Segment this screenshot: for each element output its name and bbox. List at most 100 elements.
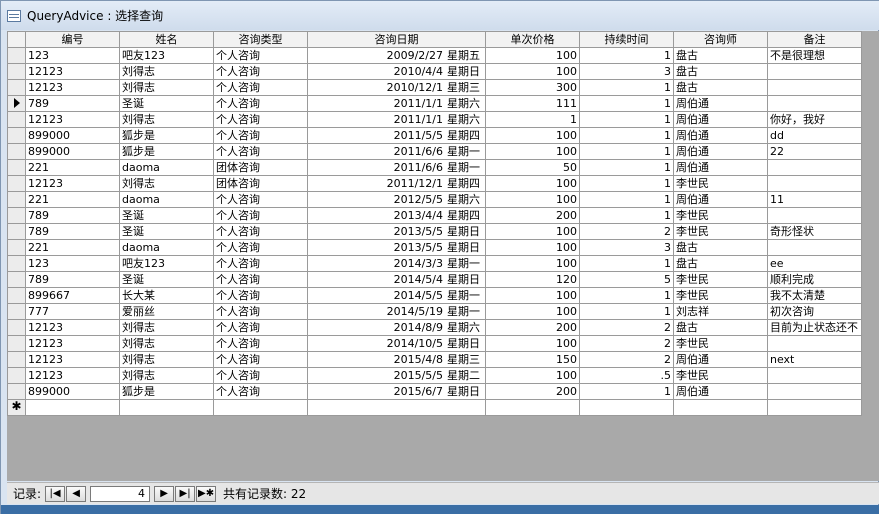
cell-id[interactable]: 789 — [25, 271, 120, 288]
table-row[interactable]: 899000 狐步是 个人咨询 2015/6/7 星期日 200 1 周伯通 — [7, 383, 862, 400]
record-selector[interactable] — [7, 319, 26, 336]
table-row[interactable]: 12123 刘得志 个人咨询 2014/8/9 星期六 200 2 盘古 目前为止状态还不 — [7, 319, 862, 336]
select-all-corner[interactable] — [7, 31, 26, 48]
cell-name[interactable]: 狐步是 — [119, 127, 214, 144]
cell-duration[interactable]: 1 — [579, 175, 674, 192]
cell-id[interactable]: 12123 — [25, 319, 120, 336]
cell-name[interactable]: 爱丽丝 — [119, 303, 214, 320]
cell-date[interactable]: 2013/4/4 星期四 — [307, 207, 486, 224]
cell-id[interactable]: 12123 — [25, 367, 120, 384]
cell-type[interactable]: 个人咨询 — [213, 351, 308, 368]
cell-price[interactable]: 100 — [485, 239, 580, 256]
cell-type[interactable]: 个人咨询 — [213, 255, 308, 272]
cell-id[interactable]: 899667 — [25, 287, 120, 304]
cell-date[interactable]: 2011/1/1 星期六 — [307, 111, 486, 128]
record-selector[interactable] — [7, 351, 26, 368]
cell-counselor[interactable]: 周伯通 — [673, 127, 768, 144]
cell-note[interactable] — [767, 239, 862, 256]
cell-note[interactable]: 初次咨询 — [767, 303, 862, 320]
table-row[interactable]: 123 吧友123 个人咨询 2014/3/3 星期一 100 1 盘古 ee — [7, 255, 862, 272]
table-row[interactable]: 789 圣诞 个人咨询 2013/5/5 星期日 100 2 李世民 奇形怪状 — [7, 223, 862, 240]
record-selector[interactable] — [7, 383, 26, 400]
record-selector[interactable] — [7, 159, 26, 176]
cell-counselor[interactable]: 李世民 — [673, 223, 768, 240]
cell-type[interactable]: 个人咨询 — [213, 127, 308, 144]
cell-counselor[interactable]: 李世民 — [673, 287, 768, 304]
cell-id[interactable]: 221 — [25, 239, 120, 256]
table-row[interactable]: 12123 刘得志 个人咨询 2015/4/8 星期三 150 2 周伯通 next — [7, 351, 862, 368]
cell-counselor[interactable]: 周伯通 — [673, 159, 768, 176]
table-row[interactable]: 789 圣诞 个人咨询 2013/4/4 星期四 200 1 李世民 — [7, 207, 862, 224]
cell-duration[interactable]: 2 — [579, 351, 674, 368]
record-selector[interactable] — [7, 255, 26, 272]
cell-note[interactable]: 11 — [767, 191, 862, 208]
cell-id[interactable]: 789 — [25, 223, 120, 240]
cell-name[interactable]: 刘得志 — [119, 351, 214, 368]
cell-id[interactable]: 123 — [25, 255, 120, 272]
cell-price[interactable]: 100 — [485, 223, 580, 240]
cell-date[interactable]: 2010/12/1 星期三 — [307, 79, 486, 96]
cell-duration[interactable]: 1 — [579, 191, 674, 208]
cell-id[interactable]: 12123 — [25, 63, 120, 80]
cell-type[interactable]: 个人咨询 — [213, 383, 308, 400]
cell-note[interactable] — [767, 207, 862, 224]
cell-duration[interactable]: 2 — [579, 335, 674, 352]
cell-date[interactable]: 2015/5/5 星期二 — [307, 367, 486, 384]
record-selector[interactable] — [7, 287, 26, 304]
cell-name[interactable]: 刘得志 — [119, 63, 214, 80]
column-header-type[interactable]: 咨询类型 — [213, 31, 308, 48]
table-row[interactable]: 12123 刘得志 个人咨询 2010/12/1 星期三 300 1 盘古 — [7, 79, 862, 96]
cell-counselor[interactable]: 盘古 — [673, 47, 768, 64]
cell-price[interactable]: 150 — [485, 351, 580, 368]
cell-name[interactable]: daoma — [119, 159, 214, 176]
cell-date[interactable]: 2013/5/5 星期日 — [307, 223, 486, 240]
cell-name[interactable]: 圣诞 — [119, 95, 214, 112]
cell-counselor[interactable]: 盘古 — [673, 63, 768, 80]
cell-name[interactable]: 刘得志 — [119, 111, 214, 128]
cell-counselor[interactable]: 盘古 — [673, 79, 768, 96]
record-selector[interactable] — [7, 143, 26, 160]
table-row[interactable]: 789 圣诞 个人咨询 2014/5/4 星期日 120 5 李世民 顺利完成 — [7, 271, 862, 288]
cell-price[interactable]: 100 — [485, 47, 580, 64]
cell-id[interactable]: 899000 — [25, 383, 120, 400]
cell-name[interactable]: 狐步是 — [119, 383, 214, 400]
cell-note[interactable]: 奇形怪状 — [767, 223, 862, 240]
cell-type[interactable]: 个人咨询 — [213, 143, 308, 160]
record-selector[interactable] — [7, 367, 26, 384]
cell-duration[interactable]: 2 — [579, 223, 674, 240]
cell-note[interactable]: next — [767, 351, 862, 368]
cell-id[interactable]: 789 — [25, 207, 120, 224]
cell-date[interactable]: 2011/12/1 星期四 — [307, 175, 486, 192]
cell-duration[interactable]: 1 — [579, 207, 674, 224]
cell-price[interactable]: 50 — [485, 159, 580, 176]
cell-name[interactable]: 刘得志 — [119, 175, 214, 192]
new-record-cell[interactable] — [213, 399, 308, 416]
cell-duration[interactable]: 1 — [579, 159, 674, 176]
table-row[interactable]: 12123 刘得志 个人咨询 2011/1/1 星期六 1 1 周伯通 你好，我好 — [7, 111, 862, 128]
cell-counselor[interactable]: 李世民 — [673, 207, 768, 224]
table-row[interactable]: 12123 刘得志 团体咨询 2011/12/1 星期四 100 1 李世民 — [7, 175, 862, 192]
cell-date[interactable]: 2014/3/3 星期一 — [307, 255, 486, 272]
cell-name[interactable]: 吧友123 — [119, 255, 214, 272]
cell-id[interactable]: 899000 — [25, 127, 120, 144]
column-header-duration[interactable]: 持续时间 — [579, 31, 674, 48]
cell-note[interactable]: 我不太清楚 — [767, 287, 862, 304]
cell-price[interactable]: 100 — [485, 127, 580, 144]
cell-type[interactable]: 团体咨询 — [213, 175, 308, 192]
table-row[interactable]: 899667 长大某 个人咨询 2014/5/5 星期一 100 1 李世民 我不太清楚 — [7, 287, 862, 304]
cell-note[interactable] — [767, 63, 862, 80]
first-record-icon[interactable]: |◀ — [45, 485, 66, 502]
table-row[interactable]: 221 daoma 团体咨询 2011/6/6 星期一 50 1 周伯通 — [7, 159, 862, 176]
cell-duration[interactable]: 3 — [579, 239, 674, 256]
cell-note[interactable] — [767, 335, 862, 352]
cell-counselor[interactable]: 盘古 — [673, 239, 768, 256]
cell-note[interactable] — [767, 367, 862, 384]
cell-duration[interactable]: 1 — [579, 287, 674, 304]
cell-date[interactable]: 2015/6/7 星期日 — [307, 383, 486, 400]
cell-price[interactable]: 100 — [485, 255, 580, 272]
cell-date[interactable]: 2015/4/8 星期三 — [307, 351, 486, 368]
cell-name[interactable]: 圣诞 — [119, 207, 214, 224]
cell-date[interactable]: 2014/8/9 星期六 — [307, 319, 486, 336]
cell-note[interactable]: dd — [767, 127, 862, 144]
cell-name[interactable]: daoma — [119, 191, 214, 208]
